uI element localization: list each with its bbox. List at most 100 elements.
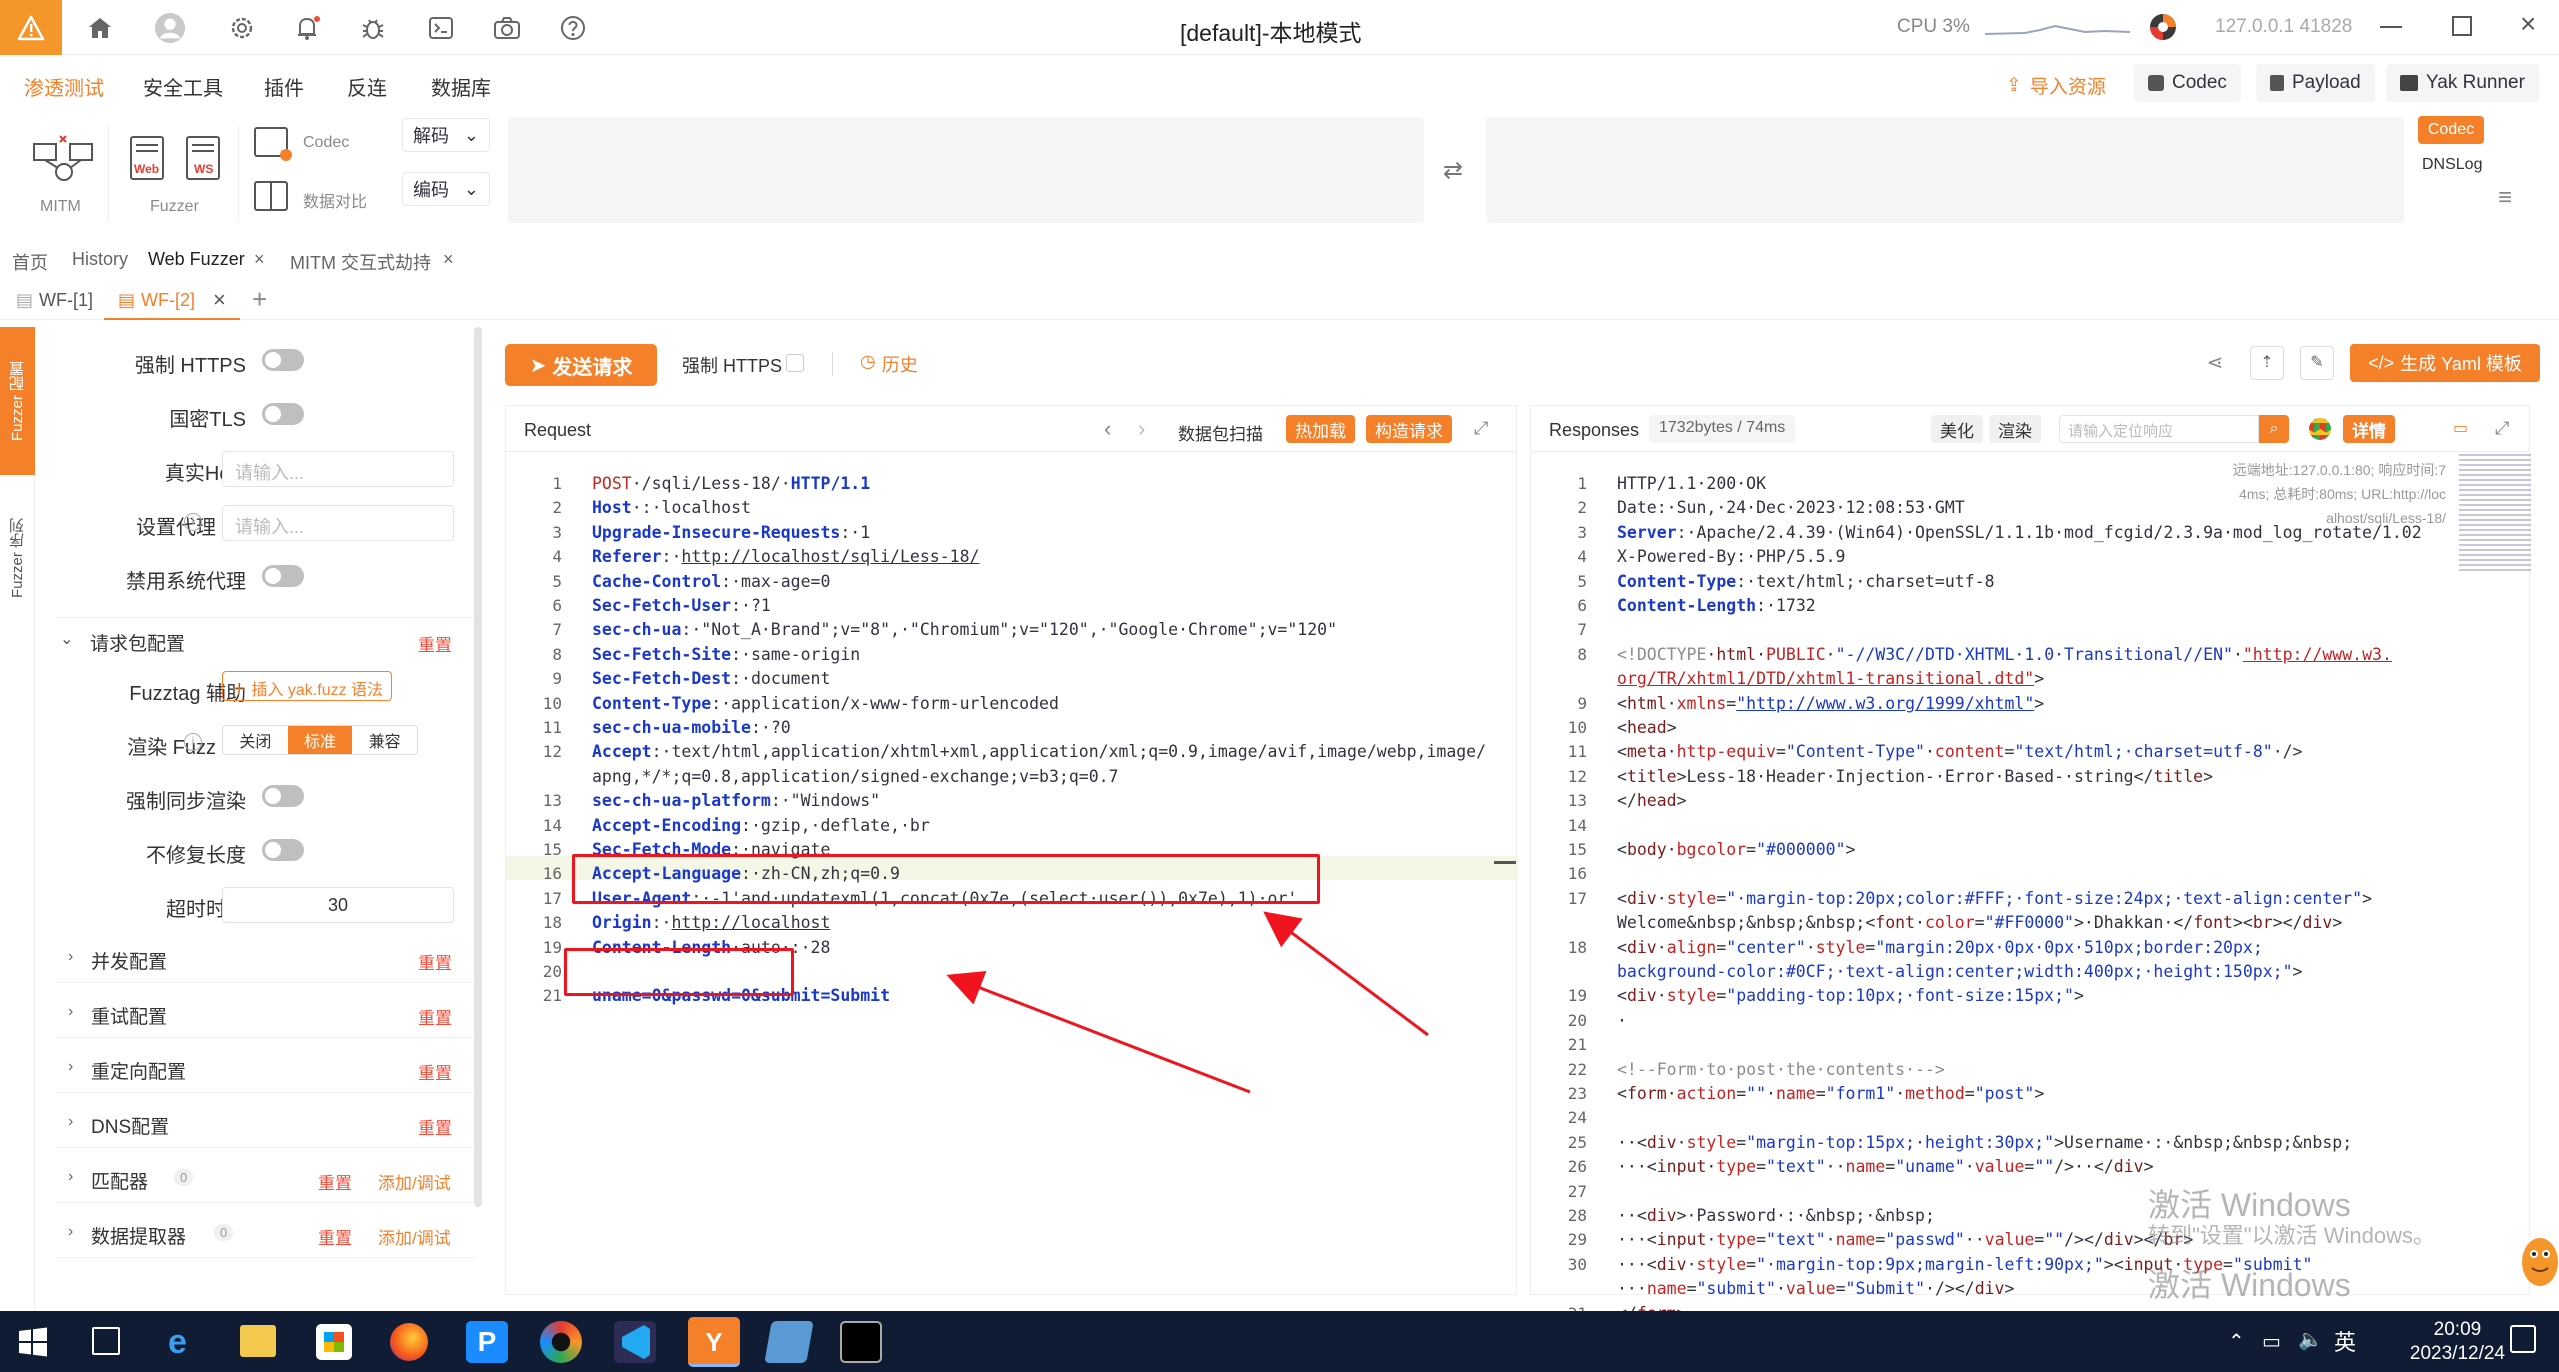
close-icon[interactable]: × [254,249,265,270]
code-line[interactable]: 14 [1531,814,2529,838]
code-line[interactable]: 24 [1531,1106,2529,1130]
code-line[interactable]: 2 Date:·Sun,·24·Dec·2023·12:08:53·GMT [1531,496,2529,520]
codec-tool-label[interactable]: Codec [303,134,349,152]
code-line[interactable]: 25 ··<div·style="margin-top:15px;·height:… [1531,1131,2529,1155]
code-line[interactable]: background-color:#0CF;·text-align:center… [1531,960,2529,984]
user-icon[interactable] [154,12,186,44]
prev-icon[interactable]: ‹ [1104,416,1111,442]
camera-icon[interactable] [491,12,523,44]
close-icon[interactable]: × [213,287,226,313]
fullscreen-icon[interactable]: ⤢ [2495,418,2509,439]
retry-section[interactable]: › 重试配置 重置 [56,988,476,1038]
edge-icon[interactable]: e [168,1323,187,1362]
code-line[interactable]: 18 Origin:·http://localhost [506,911,1516,935]
windows-start-icon[interactable] [18,1327,48,1357]
info-icon[interactable]: i [184,733,202,751]
code-line[interactable]: 4 X-Powered-By:·PHP/5.5.9 [1531,545,2529,569]
mascot-icon[interactable] [2512,1232,2558,1290]
code-line[interactable]: 17 <div·style="·margin-top:20px;color:#FF… [1531,887,2529,911]
code-line[interactable]: 10 Content-Type:·application/x-www-form-u… [506,692,1516,716]
code-line[interactable]: 22 <!--Form·to·post·the·contents·--> [1531,1058,2529,1082]
code-line[interactable]: 19 <div·style="padding-top:10px;·font-siz… [1531,984,2529,1008]
real-host-input[interactable]: 请输入... [222,451,454,487]
export-icon[interactable]: ⇡ [2250,346,2284,380]
reset-button[interactable]: 重置 [418,1004,452,1029]
disable-proxy-toggle[interactable] [262,565,304,587]
tab-mitm[interactable]: MITM 交互式劫持 [290,249,431,275]
no-fix-length-toggle[interactable] [262,839,304,861]
pycharm-icon[interactable]: P [466,1321,508,1363]
menu-security-tools[interactable]: 安全工具 [143,72,223,101]
scrollbar[interactable] [474,327,482,1207]
code-line[interactable]: 14 Accept-Encoding:·gzip,·deflate,·br [506,814,1516,838]
code-line[interactable]: 13 sec-ch-ua-platform:·"Windows" [506,789,1516,813]
tray-chevron-icon[interactable]: ⌃ [2228,1329,2245,1354]
code-line[interactable]: 7 sec-ch-ua:·"Not_A·Brand";v="8",·"Chromi… [506,618,1516,642]
store-icon[interactable] [316,1324,352,1360]
bell-icon[interactable] [291,12,323,44]
compare-icon[interactable] [254,181,288,211]
proxy-input[interactable]: 请输入... [222,505,454,541]
code-line[interactable]: 5 Content-Type:·text/html;·charset=utf-8 [1531,570,2529,594]
fuzzer-config-tab[interactable]: Fuzzer 配置 [0,327,35,475]
tab-home[interactable]: 首页 [12,249,48,275]
codec-output-area[interactable] [1486,117,2404,223]
concurrency-section[interactable]: › 并发配置 重置 [56,933,476,983]
code-line[interactable]: 12 <title>Less-18·Header·Injection-·Error… [1531,765,2529,789]
import-resource-button[interactable]: ⇪ 导入资源 [2006,72,2106,99]
codec-button[interactable]: Codec [2134,64,2241,102]
code-line[interactable]: 1 HTTP/1.1·200·OK [1531,472,2529,496]
close-icon[interactable]: × [443,249,454,270]
code-line[interactable]: 10 <head> [1531,716,2529,740]
fullscreen-icon[interactable]: ⤢ [1474,418,1488,439]
redirect-section[interactable]: › 重定向配置 重置 [56,1043,476,1093]
chrome-icon[interactable] [2309,418,2331,440]
dns-section[interactable]: › DNS配置 重置 [56,1098,476,1148]
extractor-section[interactable]: › 数据提取器 0 重置 添加/调试 [56,1208,476,1258]
code-line[interactable]: org/TR/xhtml1/DTD/xhtml1-transitional.dt… [1531,667,2529,691]
network-icon[interactable]: ▭ [2262,1329,2281,1354]
menu-database[interactable]: 数据库 [431,72,491,101]
insert-fuzz-button[interactable]: ＋ 插入 yak.fuzz 语法 [222,671,393,701]
terminal-icon[interactable] [425,12,457,44]
encode-select[interactable]: 编码 ⌄ [402,172,490,206]
terminal-app-icon[interactable] [840,1321,882,1363]
reset-button[interactable]: 重置 [418,1059,452,1084]
bug-icon[interactable] [357,12,389,44]
code-line[interactable]: Welcome&nbsp;&nbsp;&nbsp;<font·color="#F… [1531,911,2529,935]
code-line[interactable]: 16 [1531,862,2529,886]
code-line[interactable]: apng,*/*;q=0.8,application/signed-exchan… [506,765,1516,789]
yakit-icon[interactable]: Y [688,1317,740,1367]
info-icon[interactable]: i [184,513,202,531]
reset-button[interactable]: 重置 [418,631,452,656]
packet-scan-button[interactable]: 数据包扫描 [1178,420,1263,445]
codec-input-area[interactable] [508,117,1424,223]
code-line[interactable]: 27 [1531,1180,2529,1204]
render-button[interactable]: 渲染 [1989,415,2041,443]
code-line[interactable]: 21 [1531,1033,2529,1057]
code-line[interactable]: 6 Sec-Fetch-User:·?1 [506,594,1516,618]
build-request-button[interactable]: 构造请求 [1366,415,1452,443]
compare-label[interactable]: 数据对比 [303,188,367,212]
clock[interactable]: 20:09 2023/12/24 [2410,1318,2505,1366]
matcher-section[interactable]: › 匹配器 0 重置 添加/调试 [56,1153,476,1203]
vscode-icon[interactable] [614,1321,656,1363]
render-compat-option[interactable]: 兼容 [352,726,417,754]
payload-button[interactable]: Payload [2256,64,2375,102]
code-line[interactable]: 11 <meta·http-equiv="Content-Type"·conten… [1531,740,2529,764]
gm-tls-toggle[interactable] [262,403,304,425]
chevron-down-icon[interactable]: ⌄ [60,629,73,649]
collapse-icon[interactable]: ≡ [2498,184,2512,212]
detail-button[interactable]: 详情 [2343,415,2395,443]
code-line[interactable]: 9 <html·xmlns="http://www.w3.org/1999/xht… [1531,692,2529,716]
code-line[interactable]: 7 [1531,618,2529,642]
menu-pentest[interactable]: 渗透测试 [24,72,104,101]
tab-wf-2[interactable]: ▤ WF-[2] × [104,282,240,320]
code-line[interactable]: 5 Cache-Control:·max-age=0 [506,570,1516,594]
tab-web-fuzzer[interactable]: Web Fuzzer [148,249,245,270]
next-icon[interactable]: › [1138,416,1145,442]
code-line[interactable]: 13 </head> [1531,789,2529,813]
help-icon[interactable] [557,12,589,44]
notepad-icon[interactable] [764,1321,814,1363]
code-line[interactable]: 3 Server:·Apache/2.4.39·(Win64)·OpenSSL/1… [1531,521,2529,545]
